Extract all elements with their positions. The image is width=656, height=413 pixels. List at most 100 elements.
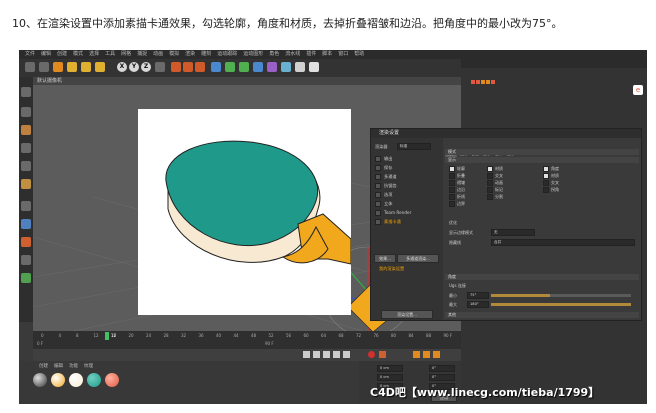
rotate-tool-icon[interactable] (95, 62, 105, 72)
line-type-checkbox[interactable] (487, 173, 493, 179)
material-menu-item[interactable]: 编辑 (54, 364, 63, 369)
menu-item[interactable]: 工具 (105, 51, 115, 57)
render-settings-button[interactable]: 渲染设置... (381, 310, 433, 319)
edges-mode-icon[interactable] (21, 161, 31, 171)
coord-y-field[interactable]: 0 cm (377, 374, 403, 381)
hidden-lines-field[interactable]: 合并 (491, 239, 635, 246)
line-type-checkbox[interactable] (487, 180, 493, 186)
enable-axis-icon[interactable] (21, 201, 31, 211)
line-type-checkbox[interactable] (487, 187, 493, 193)
points-mode-icon[interactable] (21, 143, 31, 153)
material-swatch-cream[interactable] (69, 373, 83, 387)
deformer-icon[interactable] (267, 62, 277, 72)
line-type-checkbox[interactable] (487, 166, 493, 172)
go-to-start-icon[interactable] (303, 351, 310, 358)
render-settings-item[interactable]: 素描卡通 (384, 219, 401, 225)
menu-item[interactable]: 窗口 (338, 51, 348, 57)
angle-min-slider[interactable] (491, 294, 631, 297)
model-mode-icon[interactable] (21, 107, 31, 117)
frame-start-field[interactable]: 0 F (37, 341, 43, 346)
keyframe-move-icon[interactable] (413, 351, 420, 358)
render-settings-item-checkbox[interactable] (375, 201, 381, 207)
line-type-checkbox[interactable] (543, 187, 549, 193)
render-settings-item-checkbox[interactable] (375, 165, 381, 171)
render-settings-item[interactable]: 抗锯齿 (384, 183, 397, 189)
material-menu-item[interactable]: 创建 (39, 364, 48, 369)
array-icon[interactable] (253, 62, 263, 72)
material-swatch-orange[interactable] (51, 373, 65, 387)
menu-item[interactable]: 文件 (25, 51, 35, 57)
menu-item[interactable]: 雕刻 (201, 51, 211, 57)
frame-end-field[interactable]: 90 F (265, 341, 274, 346)
menu-item[interactable]: 模拟 (169, 51, 179, 57)
render-settings-item-checkbox[interactable] (375, 219, 381, 225)
make-editable-icon[interactable] (21, 87, 31, 97)
y-axis-button[interactable]: Y (129, 62, 139, 72)
timeline-playhead[interactable] (105, 332, 109, 340)
menu-item[interactable]: 选择 (89, 51, 99, 57)
rot-h-field[interactable]: 0° (429, 365, 455, 372)
keyframe-rotate-icon[interactable] (433, 351, 440, 358)
menu-item[interactable]: 渲染 (185, 51, 195, 57)
render-settings-item[interactable]: Team Render (384, 210, 411, 215)
display-section-header[interactable]: 显示 (445, 157, 639, 163)
x-axis-button[interactable]: X (117, 62, 127, 72)
renderer-select[interactable]: 标准 (397, 143, 431, 150)
z-axis-button[interactable]: Z (141, 62, 151, 72)
material-swatch-red[interactable] (105, 373, 119, 387)
lock-workplane-icon[interactable] (21, 255, 31, 265)
render-settings-item[interactable]: 保存 (384, 165, 392, 171)
edge-mode-select[interactable]: 无 (491, 229, 535, 236)
rot-p-field[interactable]: 0° (429, 374, 455, 381)
menu-item[interactable]: 动画 (153, 51, 163, 57)
line-type-checkbox[interactable] (449, 201, 455, 207)
render-settings-item-checkbox[interactable] (375, 174, 381, 180)
angle-section-header[interactable]: 角度 (445, 274, 639, 280)
undo-icon[interactable] (25, 62, 35, 72)
line-type-checkbox[interactable] (543, 180, 549, 186)
line-type-checkbox[interactable] (543, 173, 549, 179)
scale-tool-icon[interactable] (81, 62, 91, 72)
render-settings-item-checkbox[interactable] (375, 156, 381, 162)
menu-item[interactable]: 编辑 (41, 51, 51, 57)
render-settings-item-checkbox[interactable] (375, 192, 381, 198)
texture-mode-icon[interactable] (21, 125, 31, 135)
menu-item[interactable]: 模式 (73, 51, 83, 57)
my-render-settings[interactable]: 我的渲染设置 (379, 266, 404, 272)
line-type-checkbox[interactable] (487, 194, 493, 200)
line-type-checkbox[interactable] (449, 187, 455, 193)
camera-icon[interactable] (295, 62, 305, 72)
coordinate-system-icon[interactable] (155, 62, 165, 72)
render-settings-item[interactable]: 多通道 (384, 174, 397, 180)
record-icon[interactable] (368, 351, 375, 358)
menu-item[interactable]: 角色 (269, 51, 279, 57)
render-settings-item[interactable]: 立体 (384, 201, 392, 207)
material-menu-item[interactable]: 纹理 (84, 364, 93, 369)
line-type-checkbox[interactable] (449, 173, 455, 179)
other-section-header[interactable]: 其他 (445, 312, 639, 318)
render-settings-item[interactable]: 输出 (384, 156, 392, 162)
render-view-icon[interactable] (171, 62, 181, 72)
pen-icon[interactable] (225, 62, 235, 72)
line-type-checkbox[interactable] (449, 180, 455, 186)
menu-item[interactable]: 网格 (121, 51, 131, 57)
next-frame-icon[interactable] (333, 351, 340, 358)
snap-icon[interactable] (21, 219, 31, 229)
material-menu-item[interactable]: 功能 (69, 364, 78, 369)
menu-item[interactable]: 运动图形 (243, 51, 263, 57)
material-swatch-grey[interactable] (33, 373, 47, 387)
menu-item[interactable]: 帮助 (354, 51, 364, 57)
render-settings-icon[interactable] (195, 62, 205, 72)
material-swatch-teal[interactable] (87, 373, 101, 387)
angle-max-slider[interactable] (491, 303, 631, 306)
solo-icon[interactable] (21, 273, 31, 283)
render-picture-viewer-icon[interactable] (183, 62, 193, 72)
menu-item[interactable]: 插件 (306, 51, 316, 57)
light-icon[interactable] (309, 62, 319, 72)
effect-button[interactable]: 效果... (374, 254, 396, 263)
line-type-checkbox[interactable] (449, 166, 455, 172)
previous-frame-icon[interactable] (313, 351, 320, 358)
line-type-checkbox[interactable] (543, 166, 549, 172)
redo-icon[interactable] (39, 62, 49, 72)
render-settings-item-checkbox[interactable] (375, 210, 381, 216)
